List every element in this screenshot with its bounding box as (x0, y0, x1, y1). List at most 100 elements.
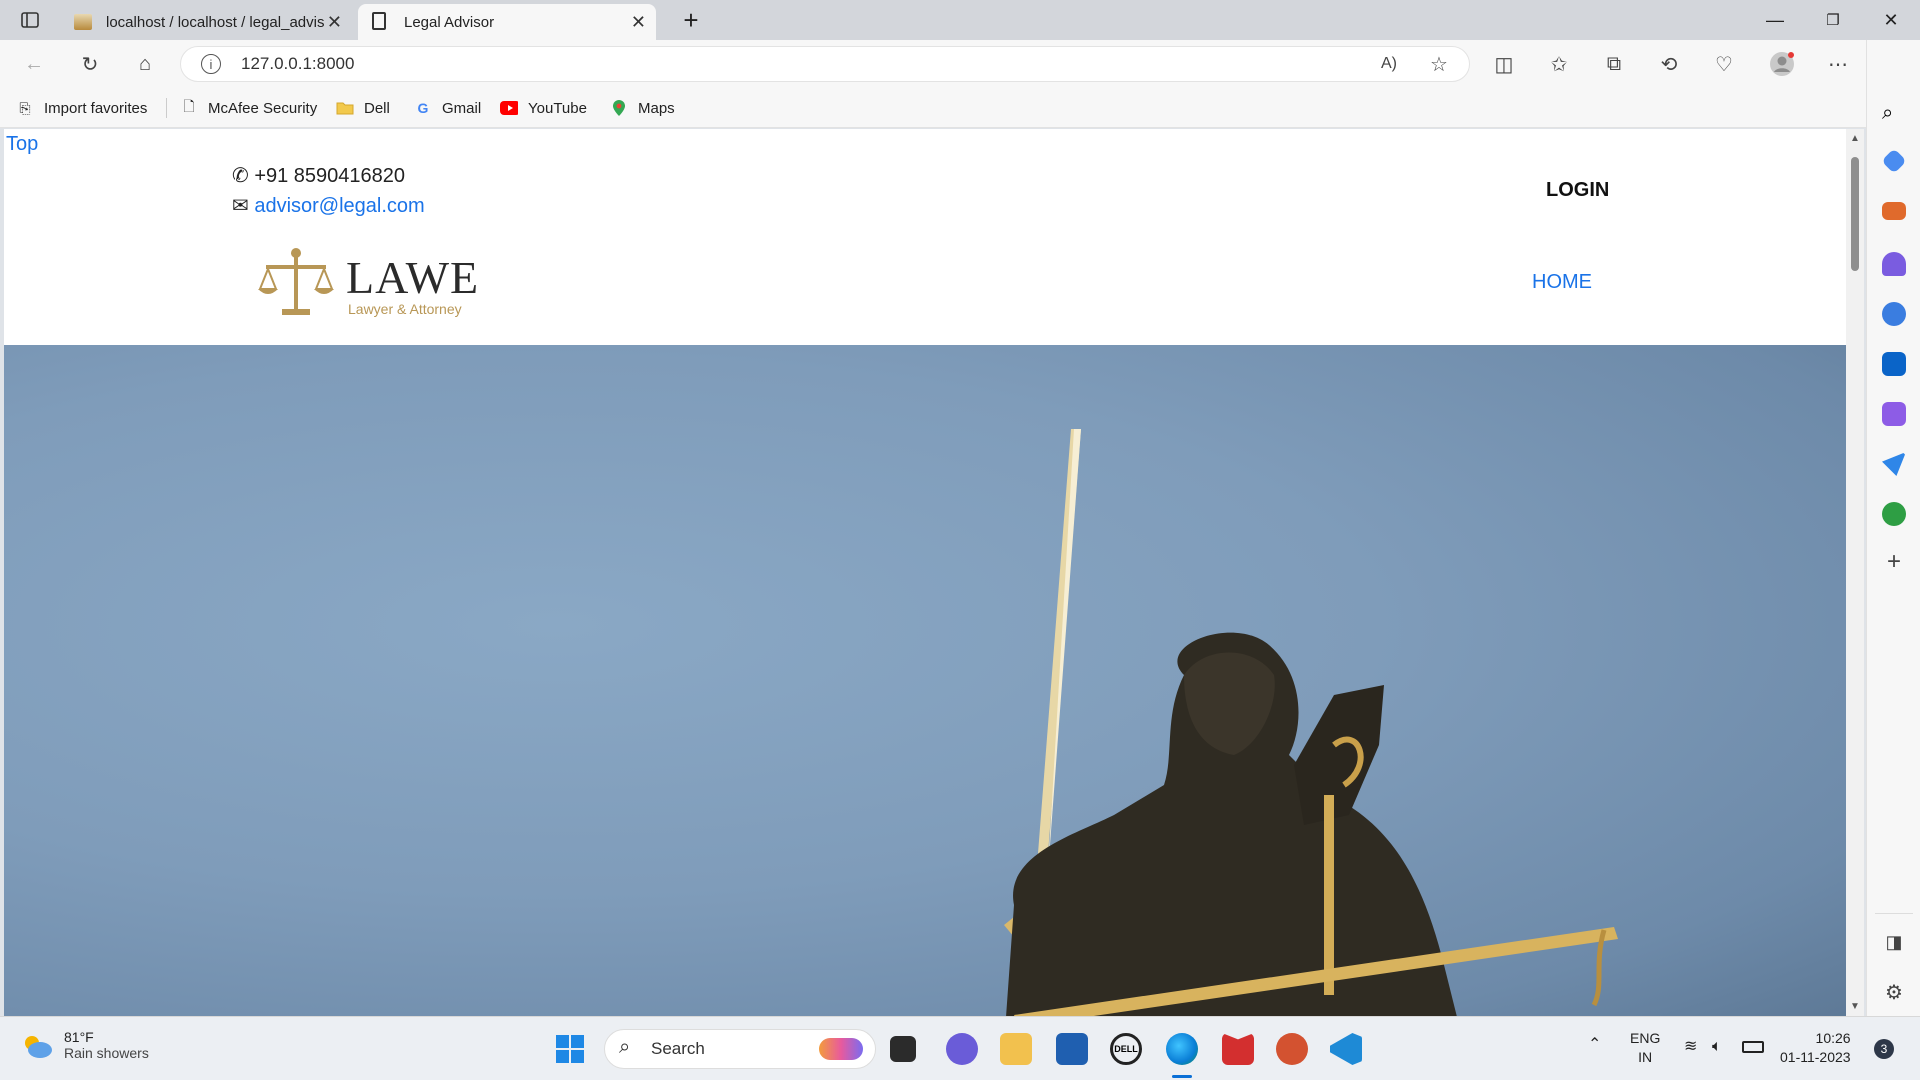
scales-logo-icon (258, 248, 334, 315)
fav-mcafee[interactable]: 🗋 McAfee Security (180, 96, 317, 120)
minimize-button[interactable]: — (1752, 6, 1798, 34)
fav-label: YouTube (528, 99, 587, 117)
time: 10:26 (1815, 1030, 1851, 1046)
close-tab-icon[interactable]: ✕ (631, 12, 646, 33)
dell-icon[interactable]: DELL (1110, 1033, 1142, 1065)
google-icon: G (417, 100, 429, 116)
page-icon: 🗋 (183, 98, 195, 114)
fav-label: Import favorites (44, 99, 148, 117)
teams-chat-icon[interactable] (946, 1033, 978, 1065)
back-icon[interactable]: ← (20, 50, 48, 78)
nav-home[interactable]: HOME (1532, 271, 1592, 294)
microsoft365-icon[interactable] (1882, 302, 1906, 326)
close-tab-icon[interactable]: ✕ (327, 12, 342, 33)
add-sidebar-app-icon[interactable]: + (1882, 550, 1906, 574)
microsoft-store-icon[interactable] (1056, 1033, 1088, 1065)
browser-essentials-icon[interactable]: ♡ (1710, 50, 1738, 78)
search-placeholder: Search (651, 1039, 705, 1058)
fav-label: Dell (364, 99, 390, 117)
lady-justice-statue-icon (1004, 429, 1618, 1016)
fav-maps[interactable]: Maps (610, 96, 675, 120)
lang-code: ENG (1630, 1030, 1661, 1046)
task-view-icon[interactable] (890, 1036, 916, 1062)
fav-gmail[interactable]: G Gmail (414, 96, 482, 120)
site-logo[interactable]: LAWE Lawyer & Attorney (256, 245, 478, 321)
fav-youtube[interactable]: YouTube (500, 96, 587, 120)
more-menu-icon[interactable]: ⋯ (1824, 50, 1852, 78)
page-scrollbar[interactable]: ▲ ▼ (1846, 129, 1864, 1016)
tab-legal-advisor[interactable]: Legal Advisor ✕ (358, 4, 656, 40)
outlook-icon[interactable] (1882, 352, 1906, 376)
url-text: 127.0.0.1:8000 (241, 54, 355, 73)
designer-icon[interactable] (1882, 402, 1906, 426)
battery-icon[interactable] (1742, 1041, 1764, 1053)
new-tab-button[interactable]: + (668, 5, 714, 35)
tab-bar: localhost / localhost / legal_advis ✕ Le… (0, 0, 1920, 40)
top-link[interactable]: Top (6, 133, 38, 156)
history-icon[interactable]: ⟲ (1655, 50, 1683, 78)
search-icon[interactable]: ⌕ (1882, 102, 1906, 126)
logo-subtitle: Lawyer & Attorney (348, 301, 462, 317)
weather-icon[interactable] (20, 1033, 54, 1063)
home-icon[interactable]: ⌂ (131, 50, 159, 78)
favorites-icon[interactable]: ✩ (1545, 50, 1573, 78)
collections-icon[interactable]: ⧉ (1600, 50, 1628, 78)
taskbar-search[interactable]: ⌕ Search (604, 1029, 876, 1069)
site-info-icon[interactable]: i (201, 54, 221, 74)
login-link[interactable]: LOGIN (1546, 179, 1609, 202)
pma-favicon-icon (74, 14, 92, 30)
tab-title: Legal Advisor (404, 13, 495, 31)
active-app-indicator (1172, 1075, 1192, 1078)
date: 01-11-2023 (1780, 1049, 1851, 1065)
wifi-icon[interactable]: ≋ (1684, 1037, 1697, 1056)
phone-icon: ✆ (232, 165, 249, 187)
send-icon[interactable] (1882, 452, 1906, 476)
language-indicator[interactable]: ENG IN (1630, 1029, 1660, 1067)
email-address[interactable]: advisor@legal.com (254, 195, 424, 217)
clock[interactable]: 10:26 01-11-2023 (1780, 1029, 1851, 1067)
volume-icon[interactable]: 🔈︎ (1712, 1037, 1722, 1056)
fav-dell[interactable]: Dell (336, 96, 390, 120)
maps-icon (610, 99, 628, 117)
fav-import-favorites[interactable]: ⎘ Import favorites (16, 96, 147, 120)
start-windows-icon[interactable] (554, 1033, 586, 1065)
fav-label: Maps (638, 99, 675, 117)
weather-widget[interactable]: 81°F Rain showers (64, 1029, 149, 1061)
edge-browser-icon[interactable] (1166, 1033, 1198, 1065)
tab-phpmyadmin[interactable]: localhost / localhost / legal_advis ✕ (62, 4, 352, 40)
profile-avatar[interactable] (1768, 50, 1796, 78)
mcafee-icon[interactable] (1222, 1033, 1254, 1065)
tools-icon[interactable] (1882, 202, 1906, 220)
shopping-tag-icon[interactable] (1881, 148, 1907, 174)
favorites-bar: ⎘ Import favorites 🗋 McAfee Security Del… (0, 88, 1920, 128)
scrollbar-thumb[interactable] (1851, 157, 1859, 271)
notification-badge[interactable]: 3 (1874, 1039, 1894, 1059)
close-window-button[interactable]: ✕ (1868, 6, 1914, 34)
hide-sidebar-icon[interactable]: ◨ (1882, 932, 1906, 956)
sidebar-divider (1875, 913, 1913, 914)
refresh-icon[interactable]: ↻ (76, 50, 104, 78)
email-contact[interactable]: ✉ advisor@legal.com (232, 193, 425, 218)
folder-icon (336, 99, 354, 117)
scroll-up-icon[interactable]: ▲ (1850, 133, 1860, 144)
favorite-star-icon[interactable]: ☆ (1425, 50, 1453, 78)
split-screen-icon[interactable]: ◫ (1490, 50, 1518, 78)
browser-toolbar: ← ↻ ⌂ i 127.0.0.1:8000 A) ☆ ◫ ✩ ⧉ ⟲ ♡ ⋯ … (0, 40, 1920, 88)
file-explorer-icon[interactable] (1000, 1033, 1032, 1065)
search-icon: ⌕ (619, 1036, 631, 1058)
show-hidden-icons-chevron-icon[interactable]: ⌃ (1588, 1035, 1601, 1054)
windows-taskbar: 81°F Rain showers ⌕ Search DELL ⌃ ENG IN… (0, 1016, 1920, 1080)
fav-label: Gmail (442, 99, 482, 117)
read-aloud-icon[interactable]: A) (1375, 50, 1403, 78)
address-bar[interactable]: i 127.0.0.1:8000 (180, 46, 1470, 82)
tree-icon[interactable] (1882, 502, 1906, 526)
scroll-down-icon[interactable]: ▼ (1850, 1001, 1860, 1012)
powerpoint-icon[interactable] (1276, 1033, 1308, 1065)
hero-banner-image (4, 345, 1846, 1016)
tab-actions-icon[interactable] (16, 6, 44, 34)
restore-button[interactable]: ❐ (1810, 6, 1856, 34)
games-icon[interactable] (1882, 252, 1906, 276)
tab-title: localhost / localhost / legal_advis (106, 13, 325, 31)
vscode-icon[interactable] (1330, 1033, 1362, 1065)
settings-gear-icon[interactable]: ⚙ (1882, 980, 1906, 1004)
